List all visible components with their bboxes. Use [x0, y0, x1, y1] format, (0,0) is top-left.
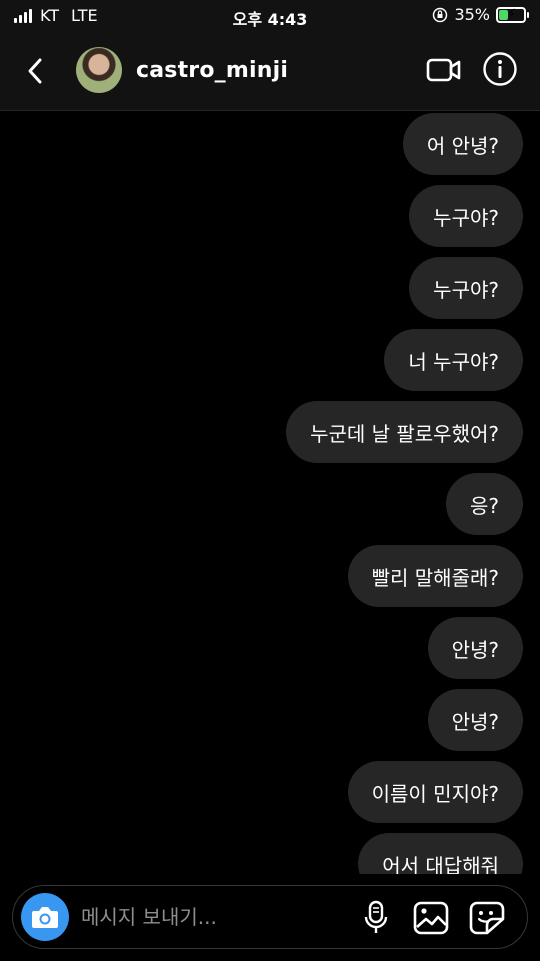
microphone-icon[interactable]: [363, 900, 389, 936]
avatar[interactable]: [76, 47, 122, 93]
message-text: 누구야?: [433, 205, 499, 230]
message-bubble[interactable]: 누군데 날 팔로우했어?: [286, 401, 523, 463]
camera-icon: [32, 907, 58, 928]
message-list[interactable]: 어 안녕? 누구야? 누구야? 너 누구야? 누군데 날 팔로우했어? 응? 빨…: [0, 111, 540, 874]
message-text: 빨리 말해줄래?: [371, 565, 499, 590]
message-bubble[interactable]: 빨리 말해줄래?: [347, 545, 523, 607]
message-bubble[interactable]: 너 누구야?: [384, 329, 523, 391]
info-icon[interactable]: [482, 51, 518, 87]
username[interactable]: castro_minji: [136, 58, 288, 83]
message-text: 누구야?: [433, 277, 499, 302]
message-text: 안녕?: [451, 637, 499, 662]
message-bubble[interactable]: 누구야?: [409, 185, 523, 247]
message-composer: [12, 885, 528, 949]
message-text: 너 누구야?: [408, 349, 499, 374]
message-text: 이름이 민지야?: [371, 781, 499, 806]
message-bubble[interactable]: 안녕?: [427, 617, 523, 679]
battery-percent: 35%: [454, 5, 490, 24]
message-text: 안녕?: [451, 709, 499, 734]
orientation-lock-icon: [433, 7, 448, 22]
status-bar: KT LTE 오후 4:43 35% ⚡: [0, 0, 540, 32]
video-camera-icon[interactable]: [426, 56, 462, 84]
chevron-left-icon[interactable]: [22, 54, 50, 88]
camera-button[interactable]: [21, 893, 69, 941]
message-bubble[interactable]: 응?: [445, 473, 523, 535]
message-bubble[interactable]: 안녕?: [427, 689, 523, 751]
message-bubble[interactable]: 어 안녕?: [402, 113, 523, 175]
status-right: 35% ⚡: [432, 5, 529, 24]
message-input[interactable]: [81, 900, 341, 934]
message-text: 어서 대답해줘: [382, 853, 499, 875]
message-text: 응?: [469, 493, 499, 518]
message-text: 누군데 날 팔로우했어?: [310, 421, 499, 446]
message-bubble[interactable]: 이름이 민지야?: [347, 761, 523, 823]
message-text: 어 안녕?: [426, 133, 499, 158]
gallery-icon[interactable]: [413, 901, 449, 935]
message-bubble[interactable]: 어서 대답해줘: [358, 833, 523, 874]
conversation-header: castro_minji: [0, 32, 540, 111]
message-bubble[interactable]: 누구야?: [409, 257, 523, 319]
sticker-icon[interactable]: [469, 901, 505, 935]
battery-icon: ⚡: [496, 6, 529, 23]
